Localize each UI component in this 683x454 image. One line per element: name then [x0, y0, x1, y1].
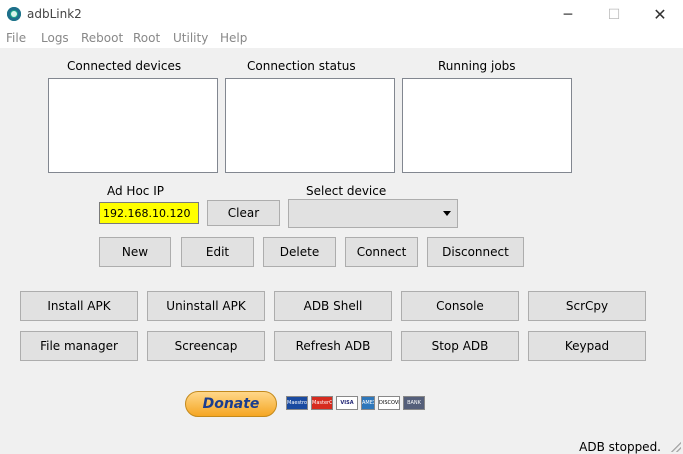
delete-device-button[interactable]: Delete [263, 237, 336, 267]
amex-card-icon: AMEX [361, 396, 375, 410]
screencap-button[interactable]: Screencap [147, 331, 265, 361]
status-text: ADB stopped. [579, 440, 661, 454]
payment-cards: Maestro MasterCard VISA AMEX DISCOVER BA… [286, 396, 425, 412]
console-button[interactable]: Console [401, 291, 519, 321]
bank-card-icon: BANK [403, 396, 425, 410]
minimize-button[interactable]: ─ [545, 0, 591, 30]
running-jobs-label: Running jobs [438, 59, 516, 73]
uninstall-apk-button[interactable]: Uninstall APK [147, 291, 265, 321]
select-device-dropdown[interactable] [288, 199, 458, 228]
connected-devices-label: Connected devices [67, 59, 182, 73]
file-manager-button[interactable]: File manager [20, 331, 138, 361]
refresh-adb-button[interactable]: Refresh ADB [274, 331, 392, 361]
edit-device-button[interactable]: Edit [181, 237, 254, 267]
resize-grip-icon[interactable] [671, 442, 681, 452]
running-jobs-list[interactable] [402, 78, 572, 173]
discover-card-icon: DISCOVER [378, 396, 400, 410]
adb-shell-button[interactable]: ADB Shell [274, 291, 392, 321]
menu-reboot[interactable]: Reboot [81, 31, 123, 45]
stop-adb-button[interactable]: Stop ADB [401, 331, 519, 361]
disconnect-button[interactable]: Disconnect [427, 237, 524, 267]
menu-bar: File Logs Reboot Root Utility Help [0, 30, 683, 48]
connection-status-label: Connection status [247, 59, 356, 73]
menu-file[interactable]: File [6, 31, 26, 45]
chevron-down-icon [443, 211, 451, 216]
menu-root[interactable]: Root [133, 31, 160, 45]
adhoc-ip-label: Ad Hoc IP [107, 184, 164, 198]
title-bar: adbLink2 ─ ☐ ✕ [0, 0, 683, 30]
install-apk-button[interactable]: Install APK [20, 291, 138, 321]
scrcpy-button[interactable]: ScrCpy [528, 291, 646, 321]
mastercard-card-icon: MasterCard [311, 396, 333, 410]
donate-button[interactable]: Donate [185, 391, 277, 417]
menu-utility[interactable]: Utility [173, 31, 208, 45]
menu-logs[interactable]: Logs [41, 31, 69, 45]
maestro-card-icon: Maestro [286, 396, 308, 410]
close-button[interactable]: ✕ [637, 0, 683, 30]
visa-card-icon: VISA [336, 396, 358, 410]
keypad-button[interactable]: Keypad [528, 331, 646, 361]
connect-button[interactable]: Connect [345, 237, 418, 267]
maximize-button[interactable]: ☐ [591, 0, 637, 30]
new-device-button[interactable]: New [99, 237, 171, 267]
clear-button[interactable]: Clear [207, 200, 280, 226]
menu-help[interactable]: Help [220, 31, 247, 45]
select-device-label: Select device [306, 184, 387, 198]
app-logo-icon [7, 7, 21, 21]
connection-status-list[interactable] [225, 78, 395, 173]
window-title: adbLink2 [27, 7, 82, 21]
adhoc-ip-input[interactable] [99, 202, 199, 224]
connected-devices-list[interactable] [48, 78, 218, 173]
